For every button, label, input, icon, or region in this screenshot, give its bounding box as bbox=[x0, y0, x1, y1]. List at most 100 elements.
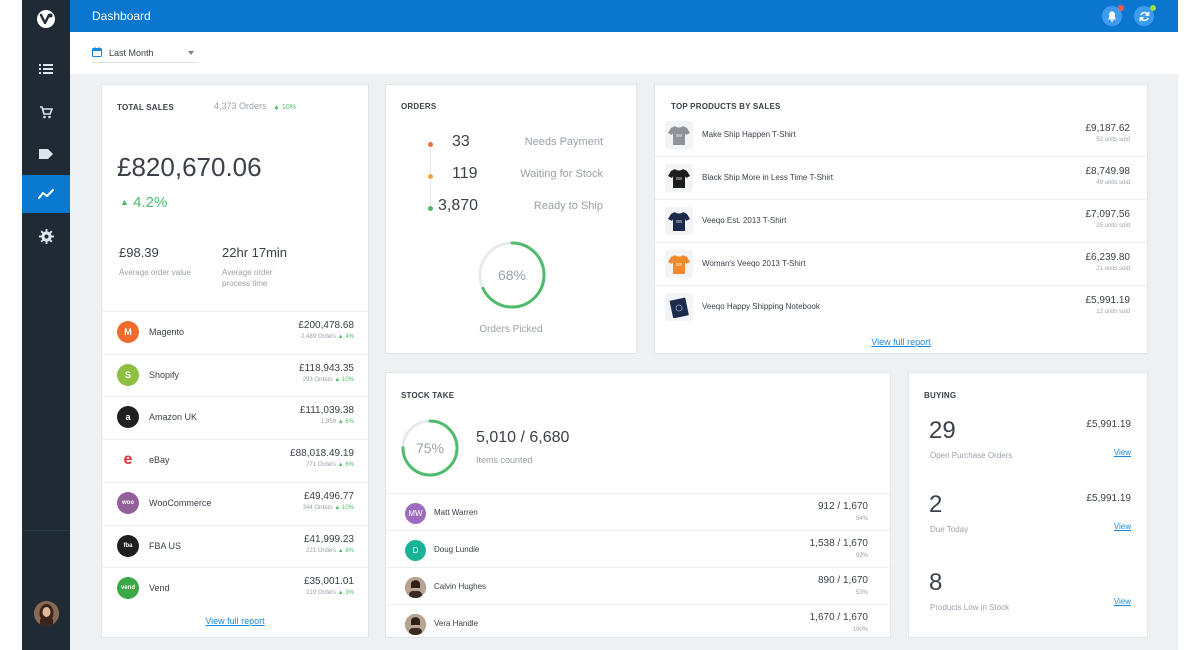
channel-row[interactable]: M Magento £200,478.68 2,489 Orders ▲ 4% bbox=[102, 311, 368, 353]
veeqo-logo[interactable] bbox=[22, 0, 70, 38]
buying-view-link[interactable]: View bbox=[1114, 597, 1131, 606]
up-arrow-icon: ▲ bbox=[120, 197, 129, 207]
product-name: Veeqo Happy Shipping Notebook bbox=[702, 302, 820, 311]
channel-row[interactable]: fba FBA US £41,999.23 221 Orders ▲ 8% bbox=[102, 524, 368, 567]
total-orders-count: 4,373 Orders bbox=[214, 101, 267, 111]
date-range-select[interactable]: Last Month bbox=[92, 45, 198, 63]
product-row[interactable]: Veeqo Est. 2013 T-Shirt £7,097.56 25 units… bbox=[655, 200, 1147, 243]
orders-count: 33 bbox=[452, 133, 470, 150]
person-avatar: D bbox=[405, 540, 426, 561]
stock-take-percent: 75% bbox=[416, 440, 444, 456]
sidebar-item-settings[interactable] bbox=[22, 217, 70, 255]
channel-row[interactable]: vend Vend £35,001.01 219 Orders ▲ 3% bbox=[102, 567, 368, 609]
product-thumbnail bbox=[665, 250, 693, 278]
buying-view-link[interactable]: View bbox=[1114, 448, 1131, 457]
channel-orders: 221 Orders ▲ 8% bbox=[306, 548, 354, 554]
person-percent: 53% bbox=[855, 590, 868, 596]
sidebar-item-tags[interactable] bbox=[22, 135, 70, 173]
stock-person-row[interactable]: Vera Handle 1,670 / 1,670 100% bbox=[386, 604, 890, 641]
channel-row[interactable]: a Amazon UK £111,039.38 1,859 ▲ 6% bbox=[102, 396, 368, 438]
sync-button[interactable] bbox=[1134, 5, 1156, 26]
buying-view-link[interactable]: View bbox=[1114, 522, 1131, 531]
stock-take-counted-label: Items counted bbox=[476, 455, 533, 465]
product-sales-value: £6,239.80 bbox=[1085, 252, 1131, 263]
avatar-photo-icon bbox=[34, 601, 59, 626]
date-range-value: Last Month bbox=[109, 48, 154, 58]
product-row[interactable]: Black Ship More in Less Time T-Shirt £8,7… bbox=[655, 157, 1147, 200]
avg-order-value-label: Average order value bbox=[119, 268, 191, 277]
avg-order-value: £98.39 bbox=[119, 245, 159, 260]
avg-process-time: 22hr 17min bbox=[222, 245, 288, 260]
product-row[interactable]: Woman's Veeqo 2013 T-Shirt £6,239.80 21 un… bbox=[655, 243, 1147, 286]
channel-value: £200,478.68 bbox=[298, 320, 354, 331]
stock-person-row[interactable]: Calvin Hughes 890 / 1,670 53% bbox=[386, 567, 890, 604]
channel-logo-icon: M bbox=[117, 321, 139, 343]
channel-orders-count: 2,489 Orders bbox=[301, 334, 337, 340]
sidebar-item-orders[interactable] bbox=[22, 50, 70, 88]
sidebar-divider bbox=[22, 530, 70, 531]
product-thumbnail bbox=[665, 293, 693, 321]
notifications-button[interactable] bbox=[1102, 5, 1124, 26]
channel-orders: 293 Orders ▲ 10% bbox=[303, 377, 354, 383]
orders-picked-percent: 68% bbox=[498, 267, 526, 283]
orders-status-label[interactable]: Ready to Ship bbox=[534, 200, 603, 212]
sidebar-item-products[interactable] bbox=[22, 93, 70, 131]
stock-person-row[interactable]: MW Matt Warren 912 / 1,670 54% bbox=[386, 493, 890, 530]
product-sales-value: £7,097.56 bbox=[1085, 209, 1131, 220]
notification-badge bbox=[1118, 5, 1124, 11]
channel-orders-change-value: 10% bbox=[341, 376, 354, 383]
channel-orders: 219 Orders ▲ 3% bbox=[306, 590, 354, 596]
notebook-icon bbox=[669, 297, 689, 318]
person-count: 890 / 1,670 bbox=[817, 575, 868, 586]
person-avatar: MW bbox=[405, 503, 426, 524]
channel-orders: 2,489 Orders ▲ 4% bbox=[301, 334, 354, 340]
channel-orders-change: ▲ 8% bbox=[336, 547, 354, 554]
bell-icon bbox=[1108, 11, 1116, 22]
total-sales-change-value: 4.2% bbox=[133, 194, 168, 211]
person-percent: 54% bbox=[855, 516, 868, 522]
channel-logo-icon: S bbox=[117, 363, 139, 386]
list-icon bbox=[39, 64, 53, 74]
product-sales-value: £5,991.19 bbox=[1085, 295, 1131, 306]
sync-icon bbox=[1139, 11, 1149, 21]
total-sales-card: TOTAL SALES 4,373 Orders ▲ 10% £820,670.… bbox=[101, 84, 369, 638]
person-percent: 100% bbox=[852, 627, 868, 633]
user-avatar[interactable] bbox=[34, 601, 59, 626]
total-sales-view-report-link[interactable]: View full report bbox=[102, 616, 368, 626]
channel-orders-count: 219 Orders bbox=[306, 590, 337, 597]
channel-logo-icon: woo bbox=[117, 491, 139, 514]
channel-orders-count: 344 Orders bbox=[302, 504, 333, 511]
orders-status-label[interactable]: Needs Payment bbox=[525, 136, 603, 148]
product-name: Woman's Veeqo 2013 T-Shirt bbox=[702, 259, 806, 268]
orders-status-label[interactable]: Waiting for Stock bbox=[520, 168, 603, 180]
channel-orders-change: ▲ 6% bbox=[336, 462, 354, 469]
product-row[interactable]: Make Ship Happen T-Shirt £9,187.62 52 unit… bbox=[655, 114, 1147, 157]
buying-value: £5,991.19 bbox=[1086, 493, 1132, 504]
stock-person-row[interactable]: D Doug Lundie 1,538 / 1,670 92% bbox=[386, 530, 890, 567]
channel-row[interactable]: woo WooCommerce £49,496.77 344 Orders ▲ 10% bbox=[102, 481, 368, 524]
product-row[interactable]: Veeqo Happy Shipping Notebook £5,991.19 12… bbox=[655, 286, 1147, 329]
logo-icon bbox=[37, 10, 55, 28]
sidebar-item-analytics[interactable] bbox=[22, 175, 70, 213]
tshirt-icon bbox=[668, 169, 690, 188]
orders-picked-ring: 68% bbox=[478, 241, 546, 309]
tag-icon bbox=[39, 149, 53, 159]
product-units-sold: 21 units sold bbox=[1096, 266, 1130, 272]
buying-value: £5,991.19 bbox=[1086, 419, 1132, 430]
orders-status-dot bbox=[428, 174, 433, 179]
top-products-view-report-link[interactable]: View full report bbox=[655, 337, 1147, 347]
product-name: Veeqo Est. 2013 T-Shirt bbox=[702, 216, 787, 225]
channel-orders-change: ▲ 3% bbox=[336, 590, 354, 597]
channel-orders: 1,859 ▲ 6% bbox=[321, 419, 354, 425]
total-sales-title: TOTAL SALES bbox=[117, 103, 174, 112]
channel-name: Vend bbox=[149, 583, 170, 594]
buying-card: BUYING 29 Open Purchase Orders £5,991.19 Vi… bbox=[908, 372, 1148, 638]
sync-badge bbox=[1150, 5, 1156, 11]
total-orders: 4,373 Orders ▲ 10% bbox=[214, 101, 296, 111]
channel-row[interactable]: e eBay £88,018.49.19 771 Orders ▲ 6% bbox=[102, 439, 368, 481]
orders-count: 3,870 bbox=[438, 197, 479, 214]
product-name: Black Ship More in Less Time T-Shirt bbox=[702, 173, 834, 182]
channel-row[interactable]: S Shopify £118,943.35 293 Orders ▲ 10% bbox=[102, 353, 368, 396]
orders-title: ORDERS bbox=[401, 102, 437, 111]
gear-icon bbox=[38, 228, 54, 244]
